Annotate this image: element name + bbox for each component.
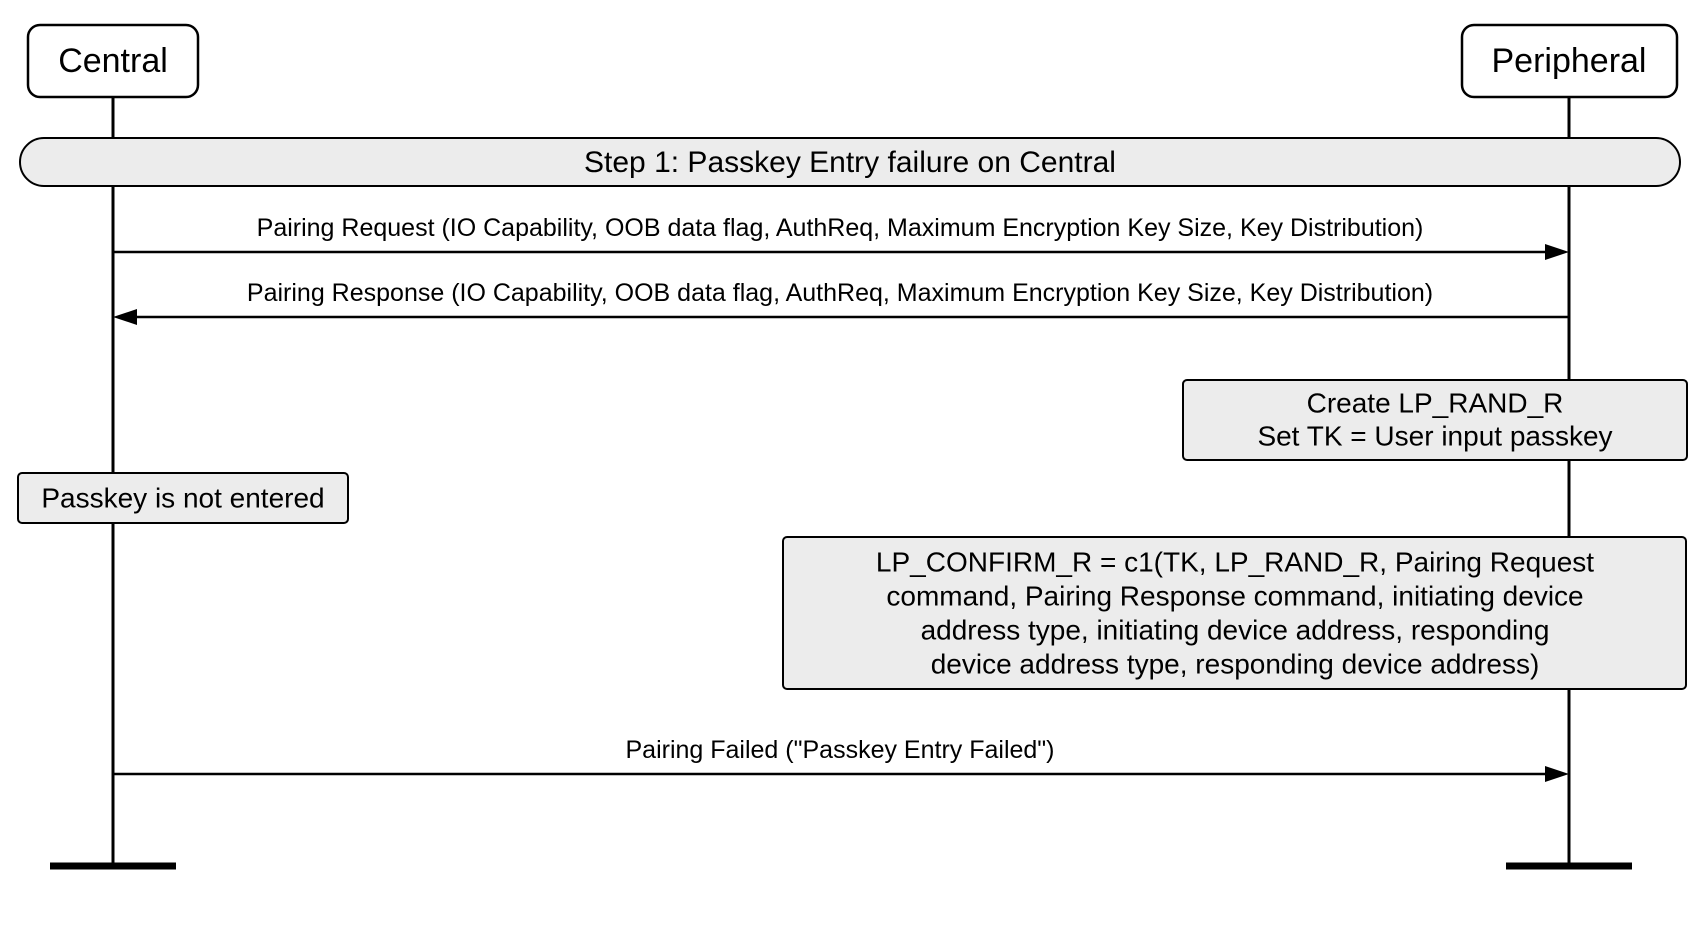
note-create-lprand-line1: Create LP_RAND_R bbox=[1307, 387, 1564, 418]
msg-pairing-request: Pairing Request (IO Capability, OOB data… bbox=[257, 214, 1424, 242]
note-passkey-not-entered-text: Passkey is not entered bbox=[41, 482, 324, 513]
sequence-diagram: Central Peripheral Step 1: Passkey Entry… bbox=[0, 0, 1704, 952]
note-lpconfirm-line2: command, Pairing Response command, initi… bbox=[886, 580, 1583, 611]
step-title: Step 1: Passkey Entry failure on Central bbox=[584, 146, 1116, 179]
arrowhead-pairing-request bbox=[1545, 244, 1569, 260]
participant-peripheral-label: Peripheral bbox=[1492, 42, 1647, 80]
note-lpconfirm-line3: address type, initiating device address,… bbox=[921, 614, 1550, 645]
note-create-lprand-line2: Set TK = User input passkey bbox=[1257, 420, 1612, 451]
participant-central-label: Central bbox=[58, 42, 168, 80]
note-lpconfirm-line4: device address type, responding device a… bbox=[931, 648, 1540, 679]
arrowhead-pairing-failed bbox=[1545, 766, 1569, 782]
msg-pairing-failed: Pairing Failed ("Passkey Entry Failed") bbox=[625, 736, 1054, 764]
arrowhead-pairing-response bbox=[113, 309, 137, 325]
msg-pairing-response: Pairing Response (IO Capability, OOB dat… bbox=[247, 279, 1433, 307]
note-lpconfirm-line1: LP_CONFIRM_R = c1(TK, LP_RAND_R, Pairing… bbox=[876, 546, 1594, 577]
